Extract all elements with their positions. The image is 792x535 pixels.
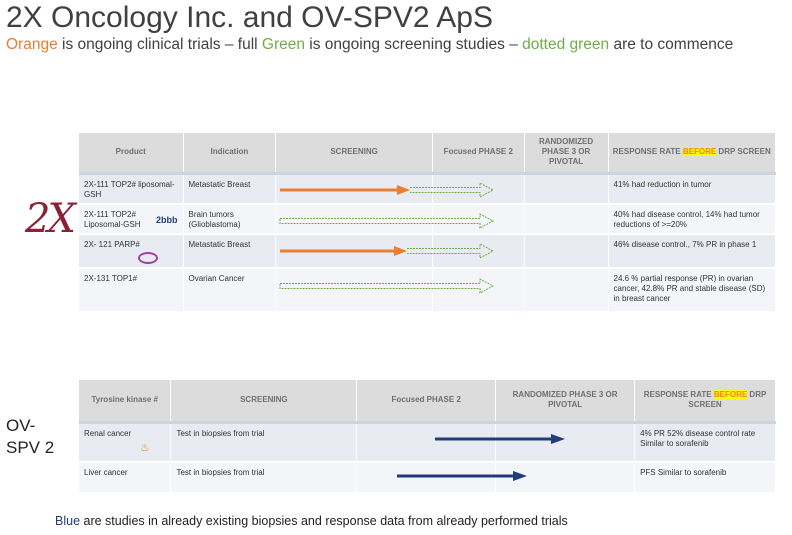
footer-note: Blue are studies in already existing bio…: [55, 514, 568, 528]
header-phase3: RANDOMIZED PHASE 3 OR PIVOTAL: [495, 380, 636, 422]
table-header-row: Tyrosine kinase # SCREENING Focused PHAS…: [79, 380, 776, 422]
header-phase2: Focused PHASE 2: [356, 380, 497, 422]
response-cell: 46% disease control., 7% PR in phase 1: [608, 232, 777, 268]
pipeline-table-ovspv2: Tyrosine kinase # SCREENING Focused PHAS…: [79, 380, 776, 492]
phase2-cell: [356, 420, 497, 462]
phase3-cell: [524, 266, 609, 311]
phase3-cell: [524, 171, 609, 204]
table-header-row: Product Indication SCREENING Focused PHA…: [79, 133, 777, 173]
2bbb-logo-icon: 2bbb: [156, 214, 178, 225]
screening-cell: [275, 266, 433, 311]
phase2-cell: [432, 202, 525, 234]
header-indication: Indication: [183, 133, 277, 173]
response-cell: 4% PR 52% disease control rate Similar t…: [634, 420, 776, 462]
response-cell: 40% had disease control, 14% had tumor r…: [608, 202, 777, 234]
header-kinase: Tyrosine kinase #: [79, 380, 172, 422]
table-row: Renal cancer ♨ Test in biopsies from tria…: [79, 420, 776, 462]
dotted-green-legend-word: dotted green: [522, 36, 610, 53]
orange-legend-word: Orange: [6, 36, 58, 53]
table-row: 2X-131 TOP1# Ovarian Cancer 24.6 % parti…: [79, 266, 777, 311]
legend-text-3: are to commence: [609, 36, 734, 53]
phase3-cell: [495, 461, 636, 492]
header-screening: SCREENING: [275, 133, 433, 173]
header-response-rate: RESPONSE RATE BEFORE DRP SCREEN: [634, 380, 776, 422]
product-cell: 2X- 121 PARP#: [79, 232, 184, 268]
legend-text-1: is ongoing clinical trials – full: [57, 36, 262, 53]
kinase-cell: Renal cancer ♨: [79, 420, 172, 462]
eisai-logo-icon: [138, 251, 158, 264]
indication-cell: Metastatic Breast: [183, 171, 277, 204]
phase2-cell: [356, 461, 497, 492]
header-response-rate: RESPONSE RATE BEFORE DRP SCREEN: [608, 133, 777, 173]
screening-cell: Test in biopsies from trial: [170, 420, 358, 462]
table-row: Liver cancer Test in biopsies from trial…: [79, 461, 776, 492]
legend-text-2: is ongoing screening studies –: [304, 36, 523, 53]
response-cell: 24.6 % partial response (PR) in ovarian …: [608, 266, 777, 311]
screening-cell: [275, 232, 433, 268]
header-phase3: RANDOMIZED PHASE 3 OR PIVOTAL: [524, 133, 609, 173]
legend-subtitle: Orange is ongoing clinical trials – full…: [6, 36, 791, 54]
table-row: 2X-111 TOP2# Liposomal-GSH 2bbb Brain tum…: [79, 202, 777, 234]
phase3-cell: [495, 420, 636, 462]
phase2-cell: [432, 232, 525, 268]
header-screening: SCREENING: [170, 380, 358, 422]
header-phase2: Focused PHASE 2: [432, 133, 525, 173]
kinase-cell: Liver cancer: [79, 461, 172, 492]
table-row: 2X-111 TOP2# liposomal-GSH Metastatic Br…: [79, 171, 777, 204]
ovspv2-label: OV- SPV 2: [6, 416, 55, 457]
product-cell: 2X-111 TOP2# liposomal-GSH: [79, 171, 184, 204]
screening-cell: [275, 202, 433, 234]
pipeline-table-2x: Product Indication SCREENING Focused PHA…: [79, 133, 777, 311]
response-cell: 41% had reduction in tumor: [608, 171, 777, 204]
novartis-logo-icon: ♨: [140, 441, 150, 454]
product-cell: 2X-111 TOP2# Liposomal-GSH 2bbb: [79, 202, 184, 234]
header-product: Product: [79, 133, 184, 173]
phase2-cell: [432, 266, 525, 311]
indication-cell: Metastatic Breast: [183, 232, 277, 268]
green-legend-word: Green: [261, 36, 305, 53]
before-highlight: BEFORE: [713, 390, 748, 400]
screening-cell: [275, 171, 433, 204]
footer-text: are studies in already existing biopsies…: [80, 514, 568, 528]
before-highlight: BEFORE: [682, 147, 717, 157]
phase3-cell: [524, 232, 609, 268]
product-cell: 2X-131 TOP1#: [79, 266, 184, 311]
phase2-cell: [432, 171, 525, 204]
page-title: 2X Oncology Inc. and OV-SPV2 ApS: [6, 1, 493, 34]
indication-cell: Ovarian Cancer: [183, 266, 277, 311]
response-cell: PFS Similar to sorafenib: [634, 461, 776, 492]
blue-legend-word: Blue: [55, 514, 81, 528]
screening-cell: Test in biopsies from trial: [170, 461, 358, 492]
logo-2x-oncology: 2X: [25, 196, 76, 242]
table-row: 2X- 121 PARP# Metastatic Breast 46% dise…: [79, 232, 777, 268]
indication-cell: Brain tumors (Glioblastoma): [183, 202, 277, 234]
phase3-cell: [524, 202, 609, 234]
